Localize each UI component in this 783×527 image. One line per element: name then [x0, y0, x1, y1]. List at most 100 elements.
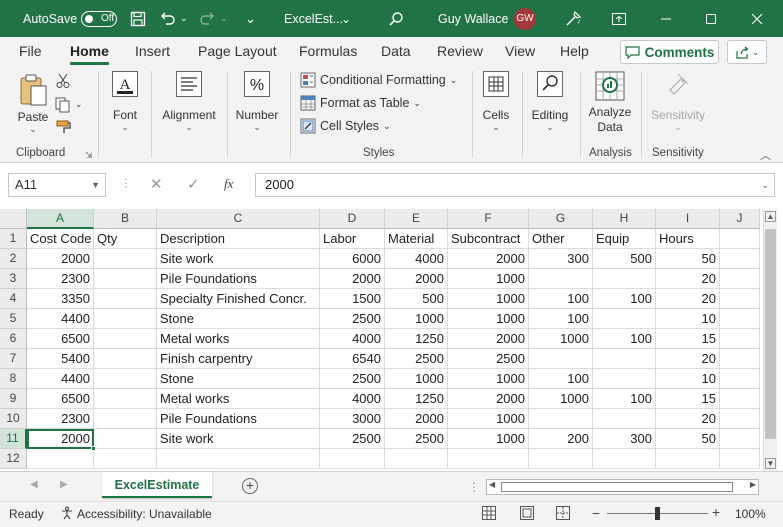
select-all-corner[interactable]	[0, 209, 27, 229]
tab-insert[interactable]: Insert	[135, 37, 170, 67]
cell-j9[interactable]	[720, 389, 760, 409]
cell-i11[interactable]: 50	[656, 429, 720, 449]
horizontal-scroll-thumb[interactable]	[501, 482, 733, 492]
cell-c7[interactable]: Finish carpentry	[157, 349, 320, 369]
cell-g4[interactable]: 100	[529, 289, 593, 309]
cell-h5[interactable]	[593, 309, 656, 329]
cell-a2[interactable]: 2000	[27, 249, 94, 269]
cell-j7[interactable]	[720, 349, 760, 369]
cell-g3[interactable]	[529, 269, 593, 289]
row-header-1[interactable]: 1	[0, 229, 27, 249]
cell-h9[interactable]: 100	[593, 389, 656, 409]
accessibility-icon[interactable]	[60, 506, 74, 523]
cell-j11[interactable]	[720, 429, 760, 449]
row-header-11[interactable]: 11	[0, 429, 27, 449]
cell-c5[interactable]: Stone	[157, 309, 320, 329]
cell-j12[interactable]	[720, 449, 760, 469]
cell-d10[interactable]: 3000	[320, 409, 385, 429]
cell-c12[interactable]	[157, 449, 320, 469]
expand-formula-bar-icon[interactable]: ⌄	[761, 174, 769, 196]
row-header-2[interactable]: 2	[0, 249, 27, 269]
maximize-icon[interactable]	[705, 0, 717, 37]
cell-d6[interactable]: 4000	[320, 329, 385, 349]
cell-i6[interactable]: 15	[656, 329, 720, 349]
cell-g8[interactable]: 100	[529, 369, 593, 389]
cell-i10[interactable]: 20	[656, 409, 720, 429]
cell-i8[interactable]: 10	[656, 369, 720, 389]
cell-j6[interactable]	[720, 329, 760, 349]
cell-d8[interactable]: 2500	[320, 369, 385, 389]
cell-b6[interactable]	[94, 329, 157, 349]
cell-e12[interactable]	[385, 449, 448, 469]
cell-e3[interactable]: 2000	[385, 269, 448, 289]
zoom-slider-thumb[interactable]	[655, 507, 660, 520]
cell-e1[interactable]: Material	[385, 229, 448, 249]
cell-c2[interactable]: Site work	[157, 249, 320, 269]
column-header-d[interactable]: D	[320, 209, 385, 229]
cell-b12[interactable]	[94, 449, 157, 469]
cell-e9[interactable]: 1250	[385, 389, 448, 409]
cell-h12[interactable]	[593, 449, 656, 469]
cell-i7[interactable]: 20	[656, 349, 720, 369]
cell-e10[interactable]: 2000	[385, 409, 448, 429]
number-button[interactable]: % Number ⌄	[234, 70, 280, 133]
cancel-icon[interactable]: ✕	[150, 175, 163, 193]
cell-e5[interactable]: 1000	[385, 309, 448, 329]
cell-g2[interactable]: 300	[529, 249, 593, 269]
row-header-6[interactable]: 6	[0, 329, 27, 349]
cell-i3[interactable]: 20	[656, 269, 720, 289]
scroll-left-icon[interactable]: ◀	[489, 480, 495, 489]
save-icon[interactable]	[130, 0, 146, 37]
horizontal-scrollbar[interactable]: ◀ ▶	[486, 479, 759, 495]
avatar[interactable]: GW	[514, 0, 536, 37]
tab-page-layout[interactable]: Page Layout	[198, 37, 277, 67]
cell-h1[interactable]: Equip	[593, 229, 656, 249]
cell-b1[interactable]: Qty	[94, 229, 157, 249]
cell-d5[interactable]: 2500	[320, 309, 385, 329]
cell-a12[interactable]	[27, 449, 94, 469]
editing-button[interactable]: Editing ⌄	[530, 70, 570, 133]
cell-f5[interactable]: 1000	[448, 309, 529, 329]
cell-c6[interactable]: Metal works	[157, 329, 320, 349]
zoom-out-icon[interactable]: −	[592, 505, 600, 521]
cell-c8[interactable]: Stone	[157, 369, 320, 389]
cell-f6[interactable]: 2000	[448, 329, 529, 349]
cell-e4[interactable]: 500	[385, 289, 448, 309]
tab-file[interactable]: File	[19, 37, 42, 67]
close-icon[interactable]	[751, 0, 763, 37]
cell-b3[interactable]	[94, 269, 157, 289]
cell-e6[interactable]: 1250	[385, 329, 448, 349]
paste-button[interactable]: Paste ⌄	[15, 73, 51, 135]
cell-h4[interactable]: 100	[593, 289, 656, 309]
cell-d1[interactable]: Labor	[320, 229, 385, 249]
row-header-4[interactable]: 4	[0, 289, 27, 309]
cell-f10[interactable]: 1000	[448, 409, 529, 429]
scroll-right-icon[interactable]: ▶	[750, 480, 756, 489]
format-as-table-button[interactable]: Format as Table ⌄	[300, 93, 421, 113]
cell-i9[interactable]: 15	[656, 389, 720, 409]
cell-d3[interactable]: 2000	[320, 269, 385, 289]
designer-icon[interactable]	[564, 0, 582, 37]
cell-b11[interactable]	[94, 429, 157, 449]
name-box[interactable]: A11 ▼	[8, 173, 106, 197]
add-sheet-icon[interactable]: +	[242, 478, 258, 494]
cell-a4[interactable]: 3350	[27, 289, 94, 309]
customize-qat-icon[interactable]: ⌄	[245, 0, 256, 37]
cell-a1[interactable]: Cost Code	[27, 229, 94, 249]
tab-review[interactable]: Review	[437, 37, 483, 67]
cell-g12[interactable]	[529, 449, 593, 469]
cell-g11[interactable]: 200	[529, 429, 593, 449]
cell-b10[interactable]	[94, 409, 157, 429]
cell-h2[interactable]: 500	[593, 249, 656, 269]
cell-e11[interactable]: 2500	[385, 429, 448, 449]
next-sheet-icon[interactable]: ▶	[60, 479, 68, 490]
cell-b7[interactable]	[94, 349, 157, 369]
cell-h6[interactable]: 100	[593, 329, 656, 349]
undo-icon[interactable]	[159, 0, 177, 37]
cell-c10[interactable]: Pile Foundations	[157, 409, 320, 429]
cell-e8[interactable]: 1000	[385, 369, 448, 389]
cell-f9[interactable]: 2000	[448, 389, 529, 409]
cell-h3[interactable]	[593, 269, 656, 289]
font-button[interactable]: A Font ⌄	[108, 70, 142, 133]
tab-view[interactable]: View	[505, 37, 535, 67]
